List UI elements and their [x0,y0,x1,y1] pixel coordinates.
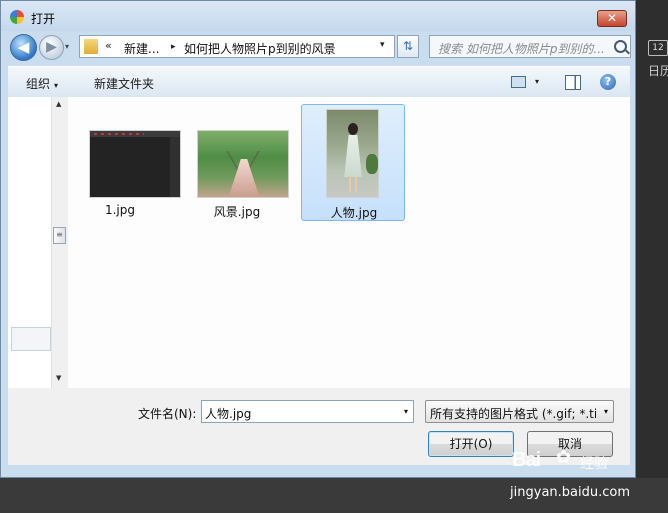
scroll-thumb[interactable]: ≡ [53,227,66,244]
title-bar: 打开 ✕ [1,1,635,31]
view-options-dropdown[interactable]: ▾ [535,77,539,86]
dialog-title: 打开 [31,12,56,26]
file-type-select[interactable]: 所有支持的图片格式 (*.gif; *.tif ▾ [425,400,614,423]
file-item-1[interactable]: 1.jpg [68,104,181,221]
search-box[interactable]: 搜索 如何把人物照片p到别的... [429,35,631,58]
search-icon[interactable] [614,40,627,53]
filename-field[interactable]: 人物.jpg ▾ [201,400,414,423]
preview-pane-icon[interactable] [565,75,581,90]
person-portrait-thumbnail [326,109,379,198]
recent-locations-dropdown[interactable]: ▾ [65,42,69,51]
watermark-url: jingyan.baidu.com [510,485,630,500]
breadcrumb-overflow[interactable]: « [105,39,112,52]
file-name: 1.jpg [104,203,136,217]
close-button[interactable]: ✕ [597,10,627,27]
search-input[interactable]: 搜索 如何把人物照片p到别的... [438,40,608,57]
breadcrumb-item[interactable]: 新建... [124,40,159,57]
chevron-down-icon[interactable]: ▾ [404,407,408,416]
organize-button[interactable]: 组织 ▾ [26,75,58,92]
scroll-down-icon[interactable]: ▼ [56,374,61,382]
dark-screenshot-thumbnail [89,130,181,198]
bridge-landscape-thumbnail [197,130,289,198]
chevron-down-icon: ▾ [54,81,59,90]
refresh-button[interactable]: ⇅ [397,35,419,58]
filename-label: 文件名(N): [138,407,197,421]
view-icon[interactable] [511,76,526,88]
chevron-down-icon[interactable]: ▾ [604,407,608,416]
open-file-dialog: 打开 ✕ ◀ ▶ ▾ « 新建... ▸ 如何把人物照片p到别的风景 ▾ ⇅ 搜… [0,0,636,478]
breadcrumb-separator[interactable]: ▸ [171,42,176,52]
filename-value[interactable]: 人物.jpg [205,405,251,422]
file-item-person[interactable]: 人物.jpg [301,104,405,221]
forward-button[interactable]: ▶ [39,35,64,60]
calendar-icon: 12 [648,40,668,56]
navigation-pane-item[interactable] [11,327,51,351]
navigation-scrollbar[interactable]: ▲ ≡ ▼ [51,97,69,388]
file-name: 风景.jpg [213,205,261,219]
file-name: 人物.jpg [330,206,378,220]
open-button[interactable]: 打开(O) [428,431,514,457]
watermark-logo-text-2: 经验 [580,456,608,472]
back-button[interactable]: ◀ [10,34,37,61]
baidu-watermark-logo: Bai ✿ 经验 [512,447,632,477]
address-bar[interactable]: « 新建... ▸ 如何把人物照片p到别的风景 ▾ [79,35,395,58]
paw-icon: ✿ [556,447,572,468]
file-type-value: 所有支持的图片格式 (*.gif; *.tif [430,407,596,421]
command-toolbar: 组织 ▾ 新建文件夹 ▾ ? [8,66,630,98]
file-item-landscape[interactable]: 风景.jpg [185,104,289,221]
new-folder-button[interactable]: 新建文件夹 [94,75,154,92]
address-dropdown-icon[interactable]: ▾ [380,40,385,50]
navigation-bar: ◀ ▶ ▾ « 新建... ▸ 如何把人物照片p到别的风景 ▾ ⇅ 搜索 如何把… [1,31,635,63]
file-browser: ▲ ≡ ▼ 1.jpg 风景.jpg 人物.jpg [8,97,630,388]
navigation-pane[interactable] [8,97,52,388]
organize-label: 组织 [26,77,51,91]
background-app-label: 日历 [648,64,668,78]
help-icon[interactable]: ? [600,74,616,90]
watermark-logo-text: Bai [512,449,541,471]
scroll-up-icon[interactable]: ▲ [56,100,61,108]
file-list: 1.jpg 风景.jpg 人物.jpg [68,97,630,388]
breadcrumb-item[interactable]: 如何把人物照片p到别的风景 [184,40,336,57]
app-logo-icon [10,10,24,24]
folder-icon [84,39,98,54]
